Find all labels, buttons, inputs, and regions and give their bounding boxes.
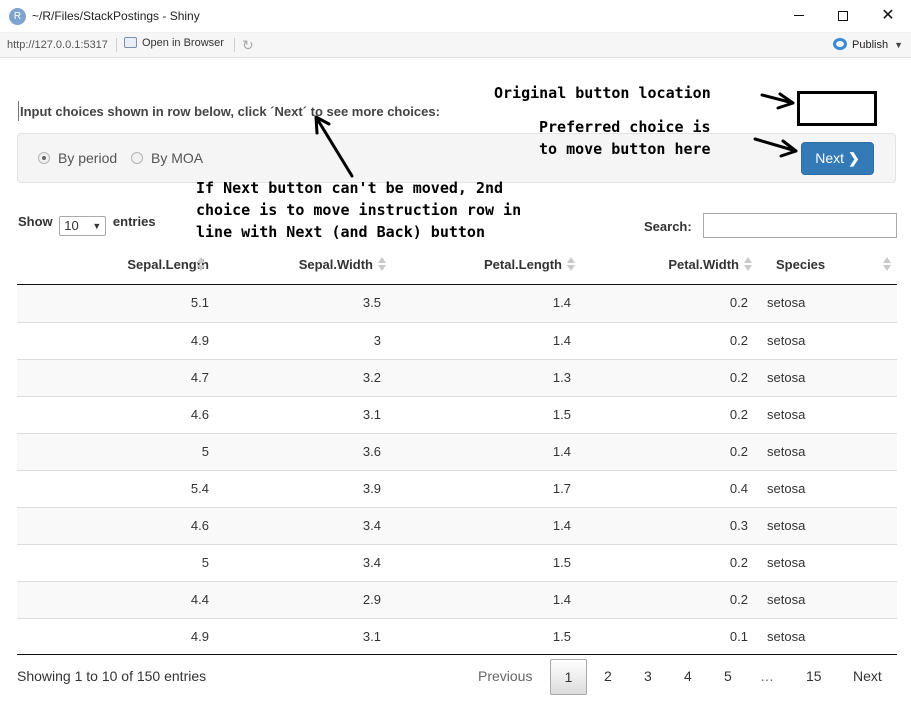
table-cell: 0.2 xyxy=(729,592,748,607)
pagination-page[interactable]: 3 xyxy=(644,668,652,684)
table-cell: 1.4 xyxy=(552,295,571,310)
table-row[interactable]: 5 3.4 1.5 0.2 setosa xyxy=(17,544,897,581)
table-cell: 2.9 xyxy=(362,592,381,607)
column-header-petal-width[interactable]: Petal.Width xyxy=(668,257,739,272)
table-row[interactable]: 4.9 3 1.4 0.2 setosa xyxy=(17,322,897,359)
table-cell: setosa xyxy=(767,444,806,459)
table-row[interactable]: 4.6 3.1 1.5 0.2 setosa xyxy=(17,396,897,433)
table-cell: 3.2 xyxy=(362,370,381,385)
table-row[interactable]: 4.6 3.4 1.4 0.3 setosa xyxy=(17,507,897,544)
table-cell: 1.4 xyxy=(552,333,571,348)
table-cell: 1.5 xyxy=(552,629,571,644)
table-cell: 0.2 xyxy=(729,407,748,422)
column-header-sepal-width[interactable]: Sepal.Width xyxy=(299,257,373,272)
sort-icon[interactable] xyxy=(567,257,575,273)
table-cell: setosa xyxy=(767,592,806,607)
table-cell: 5.1 xyxy=(190,295,209,310)
table-cell: 3.1 xyxy=(362,629,381,644)
table-cell: 3.9 xyxy=(362,481,381,496)
table-cell: 4.6 xyxy=(190,407,209,422)
table-row[interactable]: 4.4 2.9 1.4 0.2 setosa xyxy=(17,581,897,618)
table-body: 5.1 3.5 1.4 0.2 setosa 4.9 3 1.4 0.2 setosa 4.7 3.2… xyxy=(17,285,897,655)
sort-icon[interactable] xyxy=(197,257,205,273)
search-input[interactable] xyxy=(703,213,897,238)
table-cell: 3.4 xyxy=(362,518,381,533)
table-cell: 0.4 xyxy=(729,481,748,496)
table-cell: 0.1 xyxy=(729,629,748,644)
sort-icon[interactable] xyxy=(883,257,891,273)
column-header-species[interactable]: Species xyxy=(776,257,825,272)
column-header-petal-length[interactable]: Petal.Length xyxy=(484,257,562,272)
table-cell: setosa xyxy=(767,333,806,348)
table-cell: 1.5 xyxy=(552,407,571,422)
table-cell: 4.7 xyxy=(190,370,209,385)
table-cell: 4.9 xyxy=(190,333,209,348)
table-cell: 0.2 xyxy=(729,555,748,570)
table-row[interactable]: 4.7 3.2 1.3 0.2 setosa xyxy=(17,359,897,396)
table-cell: setosa xyxy=(767,518,806,533)
table-cell: setosa xyxy=(767,629,806,644)
table-header: Sepal.Length Sepal.Width Petal.Length Pe… xyxy=(17,246,897,285)
table-cell: 1.3 xyxy=(552,370,571,385)
table-cell: 1.4 xyxy=(552,518,571,533)
pagination-page-current[interactable]: 1 xyxy=(550,659,587,695)
arrow-to-next-button xyxy=(753,137,798,158)
pagination-next[interactable]: Next xyxy=(853,668,882,684)
table-cell: 1.4 xyxy=(552,592,571,607)
table-cell: setosa xyxy=(767,295,806,310)
table-cell: 5 xyxy=(201,444,209,459)
table-row[interactable]: 5 3.6 1.4 0.2 setosa xyxy=(17,433,897,470)
pagination-previous[interactable]: Previous xyxy=(478,668,532,684)
table-cell: 4.6 xyxy=(190,518,209,533)
sort-icon[interactable] xyxy=(378,257,386,273)
table-cell: 0.2 xyxy=(729,370,748,385)
pagination-ellipsis: … xyxy=(760,668,774,684)
table-cell: 3.6 xyxy=(362,444,381,459)
table-cell: setosa xyxy=(767,370,806,385)
table-row[interactable]: 4.9 3.1 1.5 0.1 setosa xyxy=(17,618,897,655)
iris-data-table: Sepal.Length Sepal.Width Petal.Length Pe… xyxy=(17,246,897,655)
table-cell: 0.3 xyxy=(729,518,748,533)
pagination-page[interactable]: 4 xyxy=(684,668,692,684)
search-label: Search: xyxy=(644,219,692,234)
table-cell: 1.4 xyxy=(552,444,571,459)
entries-select-value: 10 xyxy=(64,218,79,233)
chevron-down-icon: ▼ xyxy=(92,221,102,231)
table-cell: 4.4 xyxy=(190,592,209,607)
table-cell: setosa xyxy=(767,555,806,570)
table-cell: 3.1 xyxy=(362,407,381,422)
table-cell: 5.4 xyxy=(190,481,209,496)
pagination-page[interactable]: 5 xyxy=(724,668,732,684)
table-cell: 4.9 xyxy=(190,629,209,644)
entries-select[interactable]: 10 ▼ xyxy=(59,216,107,236)
table-cell: 1.7 xyxy=(552,481,571,496)
table-cell: setosa xyxy=(767,481,806,496)
arrow-to-original-box xyxy=(760,92,795,110)
arrow-to-instruction xyxy=(314,115,354,178)
table-cell: 3.4 xyxy=(362,555,381,570)
table-cell: setosa xyxy=(767,407,806,422)
entries-length-control: Show 10 ▼ entries xyxy=(18,214,156,236)
table-info: Showing 1 to 10 of 150 entries xyxy=(17,668,207,684)
table-cell: 3 xyxy=(373,333,381,348)
sort-icon[interactable] xyxy=(744,257,752,273)
table-row[interactable]: 5.1 3.5 1.4 0.2 setosa xyxy=(17,285,897,322)
entries-label: entries xyxy=(112,214,156,229)
table-cell: 1.5 xyxy=(552,555,571,570)
table-cell: 0.2 xyxy=(729,444,748,459)
table-row[interactable]: 5.4 3.9 1.7 0.4 setosa xyxy=(17,470,897,507)
show-label: Show xyxy=(18,214,53,229)
table-cell: 0.2 xyxy=(729,295,748,310)
pagination-page[interactable]: 2 xyxy=(604,668,612,684)
table-cell: 5 xyxy=(201,555,209,570)
table-cell: 0.2 xyxy=(729,333,748,348)
table-cell: 3.5 xyxy=(362,295,381,310)
pagination-page[interactable]: 15 xyxy=(806,668,822,684)
